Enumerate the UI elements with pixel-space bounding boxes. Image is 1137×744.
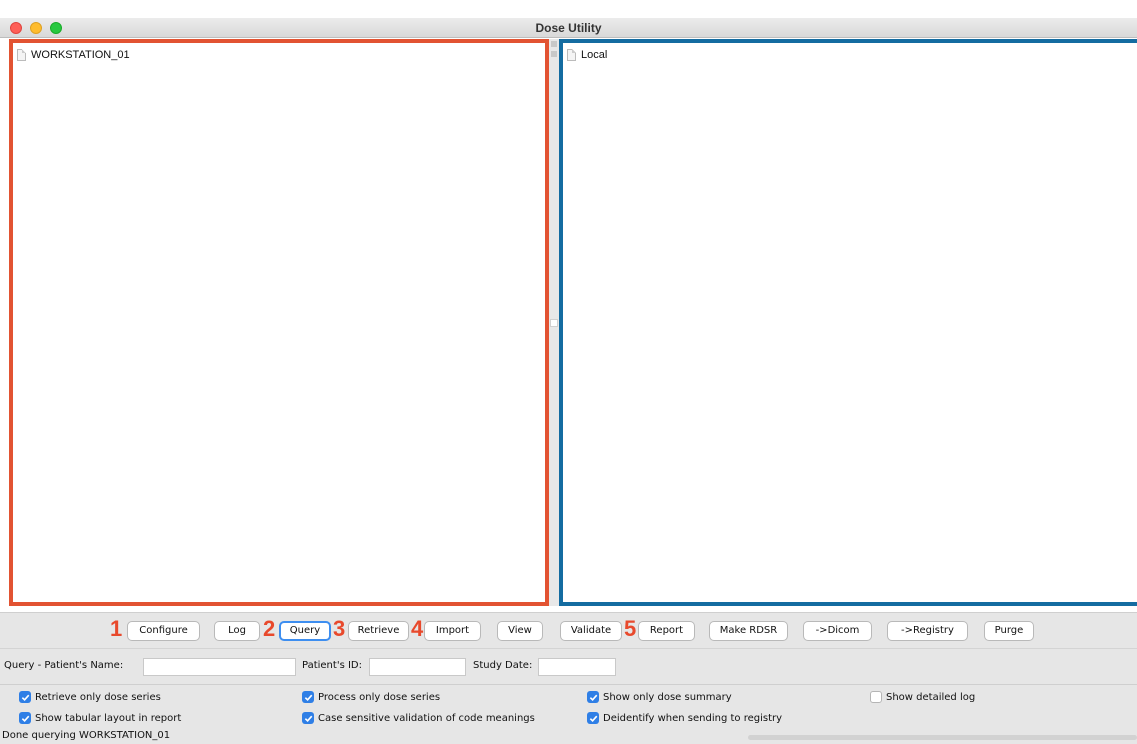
purge-button[interactable]: Purge xyxy=(984,621,1034,641)
step-number-4: 4 xyxy=(411,616,424,641)
option-deidentify-registry[interactable]: Deidentify when sending to registry xyxy=(587,712,782,724)
validate-button[interactable]: Validate xyxy=(560,621,622,641)
progress-bar xyxy=(748,735,1137,740)
checkmark-icon[interactable] xyxy=(302,691,314,703)
option-show-only-dose-summary[interactable]: Show only dose summary xyxy=(587,691,732,703)
query-bar: Query - Patient's Name: Patient's ID: St… xyxy=(0,648,1137,684)
option-label: Case sensitive validation of code meanin… xyxy=(318,712,535,724)
status-text: Done querying WORKSTATION_01 xyxy=(2,730,171,741)
option-process-only-dose-series[interactable]: Process only dose series xyxy=(302,691,440,703)
to-dicom-button[interactable]: ->Dicom xyxy=(803,621,872,641)
document-icon xyxy=(567,49,576,61)
option-case-sensitive-validation[interactable]: Case sensitive validation of code meanin… xyxy=(302,712,535,724)
checkmark-icon[interactable] xyxy=(587,712,599,724)
option-label: Show detailed log xyxy=(886,691,976,703)
log-button[interactable]: Log xyxy=(214,621,260,641)
retrieve-button[interactable]: Retrieve xyxy=(348,621,409,641)
option-label: Show only dose summary xyxy=(603,691,732,703)
option-label: Process only dose series xyxy=(318,691,441,703)
title-bar: Dose Utility xyxy=(0,18,1137,38)
action-toolbar: 1 Configure Log 2 Query 3 Retrieve 4 Imp… xyxy=(0,612,1137,648)
splitter-collapse-right-arrow[interactable] xyxy=(551,51,557,57)
checkmark-icon[interactable] xyxy=(19,691,31,703)
pane-splitter[interactable] xyxy=(549,39,559,606)
window-title: Dose Utility xyxy=(535,21,602,35)
step-number-3: 3 xyxy=(333,616,346,641)
step-number-2: 2 xyxy=(263,616,276,641)
configure-button[interactable]: Configure xyxy=(127,621,200,641)
import-button[interactable]: Import xyxy=(424,621,481,641)
splitter-drag-handle[interactable] xyxy=(550,319,558,327)
splitter-collapse-left-arrow[interactable] xyxy=(551,41,557,47)
study-date-label: Study Date: xyxy=(473,660,533,671)
local-destination-tree[interactable]: Local xyxy=(559,39,1137,606)
study-date-input[interactable] xyxy=(538,658,616,676)
tree-item-label: Local xyxy=(581,49,608,61)
option-retrieve-only-dose-series[interactable]: Retrieve only dose series xyxy=(19,691,161,703)
status-bar: Done querying WORKSTATION_01 xyxy=(0,730,1137,744)
option-label: Show tabular layout in report xyxy=(35,712,182,724)
patient-id-label: Patient's ID: xyxy=(302,660,362,671)
checkbox-empty-icon[interactable] xyxy=(870,691,882,703)
checkmark-icon[interactable] xyxy=(302,712,314,724)
option-show-tabular-layout[interactable]: Show tabular layout in report xyxy=(19,712,181,724)
view-button[interactable]: View xyxy=(497,621,543,641)
patient-name-label: Query - Patient's Name: xyxy=(4,660,124,671)
option-label: Deidentify when sending to registry xyxy=(603,712,783,724)
tree-item-local[interactable]: Local xyxy=(567,49,607,61)
step-number-5: 5 xyxy=(624,616,637,641)
options-panel: Retrieve only dose series Process only d… xyxy=(0,684,1137,730)
checkmark-icon[interactable] xyxy=(19,712,31,724)
report-button[interactable]: Report xyxy=(638,621,695,641)
document-icon xyxy=(17,49,26,61)
patient-name-input[interactable] xyxy=(143,658,296,676)
remote-source-tree[interactable]: WORKSTATION_01 xyxy=(9,39,549,606)
option-show-detailed-log[interactable]: Show detailed log xyxy=(870,691,975,703)
option-label: Retrieve only dose series xyxy=(35,691,161,703)
tree-item-label: WORKSTATION_01 xyxy=(31,49,130,61)
make-rdsr-button[interactable]: Make RDSR xyxy=(709,621,788,641)
query-button[interactable]: Query xyxy=(279,621,331,641)
patient-id-input[interactable] xyxy=(369,658,466,676)
to-registry-button[interactable]: ->Registry xyxy=(887,621,968,641)
tree-item-workstation[interactable]: WORKSTATION_01 xyxy=(17,49,130,61)
step-number-1: 1 xyxy=(110,616,123,641)
checkmark-icon[interactable] xyxy=(587,691,599,703)
